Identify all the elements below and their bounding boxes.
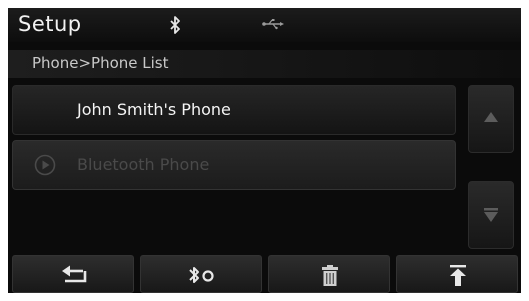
setup-screen: Setup Phone>Phone List John Smith's Phon… bbox=[8, 8, 521, 293]
phone-name: John Smith's Phone bbox=[77, 100, 231, 119]
phone-list-item[interactable]: Bluetooth Phone bbox=[12, 140, 456, 190]
breadcrumb: Phone>Phone List bbox=[8, 50, 521, 78]
triangle-up-icon bbox=[484, 112, 498, 122]
bluetooth-icon bbox=[170, 16, 180, 34]
page-title: Setup bbox=[18, 12, 82, 36]
delete-button[interactable] bbox=[268, 255, 390, 293]
header-bar: Setup bbox=[8, 8, 521, 42]
phone-list-item[interactable]: John Smith's Phone bbox=[12, 85, 456, 135]
scroll-up-button[interactable] bbox=[468, 85, 514, 153]
usb-icon bbox=[262, 19, 284, 30]
play-circle-icon bbox=[34, 154, 56, 176]
move-to-top-button[interactable] bbox=[396, 255, 518, 293]
back-arrow-icon bbox=[62, 265, 87, 283]
move-to-top-icon bbox=[450, 265, 466, 286]
phone-name: Bluetooth Phone bbox=[77, 155, 210, 174]
back-button[interactable] bbox=[12, 255, 134, 293]
bar-triangle-down-icon bbox=[484, 208, 498, 222]
breadcrumb-text: Phone>Phone List bbox=[32, 54, 169, 72]
bluetooth-disconnect-icon bbox=[189, 267, 214, 283]
trash-icon bbox=[322, 265, 338, 286]
scroll-down-button[interactable] bbox=[468, 181, 514, 249]
bottom-toolbar bbox=[8, 255, 521, 293]
disconnect-button[interactable] bbox=[140, 255, 262, 293]
